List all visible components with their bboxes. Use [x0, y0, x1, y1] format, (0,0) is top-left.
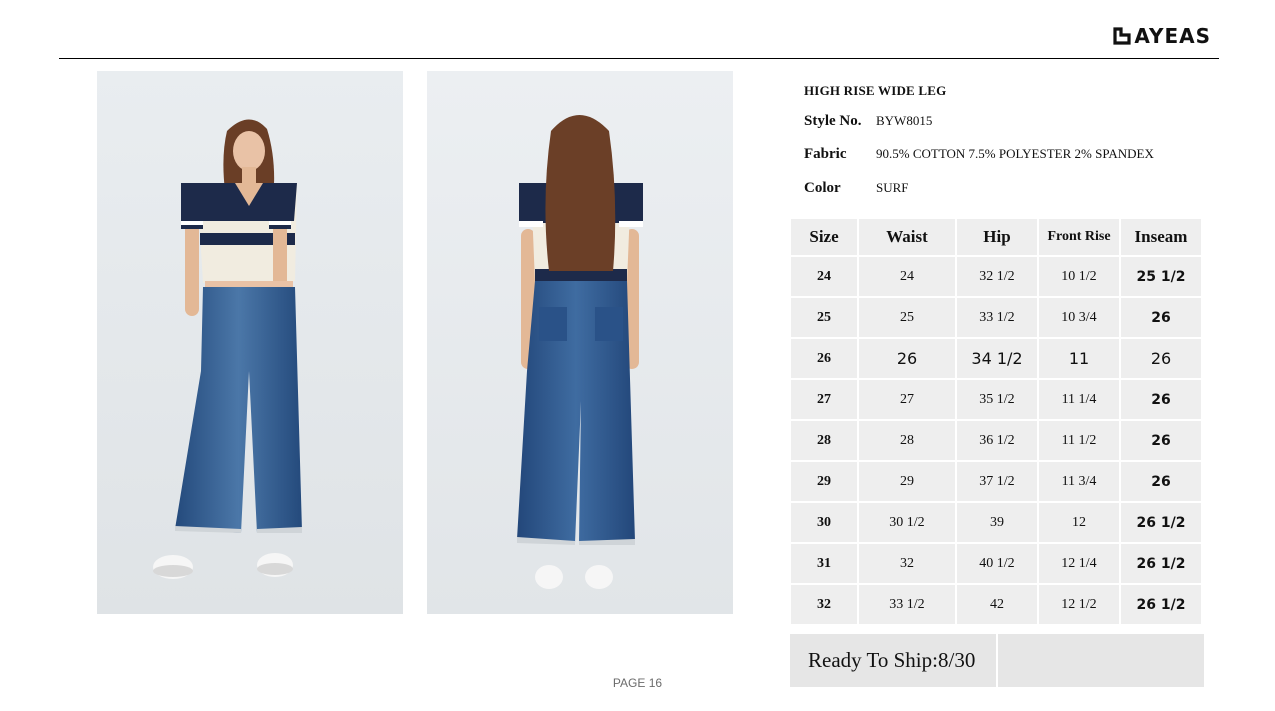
- cell-waist: 24: [859, 257, 955, 296]
- cell-front-rise: 11 1/4: [1039, 380, 1119, 419]
- cell-size: 32: [791, 585, 857, 624]
- cell-waist: 28: [859, 421, 955, 460]
- header-waist: Waist: [859, 219, 955, 255]
- cell-front-rise: 12 1/4: [1039, 544, 1119, 583]
- cell-size: 24: [791, 257, 857, 296]
- style-number-label: Style No.: [804, 113, 862, 129]
- cell-front-rise: 10 3/4: [1039, 298, 1119, 337]
- cell-inseam: 26: [1121, 462, 1201, 501]
- cell-hip: 33 1/2: [957, 298, 1037, 337]
- table-row: 31 32 40 1/2 12 1/4 26 1/2: [791, 544, 1201, 583]
- table-row: 32 33 1/2 42 12 1/2 26 1/2: [791, 585, 1201, 624]
- cell-waist: 26: [859, 339, 955, 378]
- cell-inseam: 26: [1121, 380, 1201, 419]
- fabric-row: Fabric 90.5% COTTON 7.5% POLYESTER 2% SP…: [804, 146, 1154, 163]
- table-row: 29 29 37 1/2 11 3/4 26: [791, 462, 1201, 501]
- cell-inseam: 26 1/2: [1121, 585, 1201, 624]
- cell-waist: 25: [859, 298, 955, 337]
- cell-front-rise: 11 1/2: [1039, 421, 1119, 460]
- fabric-value: 90.5% COTTON 7.5% POLYESTER 2% SPANDEX: [876, 146, 1154, 161]
- cell-inseam: 26: [1121, 421, 1201, 460]
- cell-inseam: 26: [1121, 339, 1201, 378]
- cell-waist: 33 1/2: [859, 585, 955, 624]
- cell-hip: 35 1/2: [957, 380, 1037, 419]
- cell-hip: 37 1/2: [957, 462, 1037, 501]
- cell-hip: 36 1/2: [957, 421, 1037, 460]
- cell-front-rise: 12: [1039, 503, 1119, 542]
- product-title: HIGH RISE WIDE LEG: [804, 83, 947, 98]
- cell-waist: 29: [859, 462, 955, 501]
- cell-hip: 39: [957, 503, 1037, 542]
- header-inseam: Inseam: [1121, 219, 1201, 255]
- cell-front-rise: 12 1/2: [1039, 585, 1119, 624]
- table-row: 27 27 35 1/2 11 1/4 26: [791, 380, 1201, 419]
- cell-inseam: 26: [1121, 298, 1201, 337]
- fabric-label: Fabric: [804, 146, 847, 162]
- cell-size: 26: [791, 339, 857, 378]
- size-chart-header-row: Size Waist Hip Front Rise Inseam: [791, 219, 1201, 255]
- color-row: Color SURF: [804, 180, 909, 197]
- logo-mark-icon: [1113, 27, 1132, 45]
- table-row: 25 25 33 1/2 10 3/4 26: [791, 298, 1201, 337]
- cell-waist: 30 1/2: [859, 503, 955, 542]
- table-row: 30 30 1/2 39 12 26 1/2: [791, 503, 1201, 542]
- cell-front-rise: 11 3/4: [1039, 462, 1119, 501]
- cell-hip: 34 1/2: [957, 339, 1037, 378]
- product-photo-back: [427, 71, 733, 614]
- table-row: 24 24 32 1/2 10 1/2 25 1/2: [791, 257, 1201, 296]
- cell-hip: 32 1/2: [957, 257, 1037, 296]
- product-photo-front: [97, 71, 403, 614]
- cell-hip: 40 1/2: [957, 544, 1037, 583]
- cell-waist: 27: [859, 380, 955, 419]
- page-number: PAGE 16: [612, 676, 663, 690]
- cell-size: 30: [791, 503, 857, 542]
- cell-hip: 42: [957, 585, 1037, 624]
- cell-size: 29: [791, 462, 857, 501]
- style-number-row: Style No. BYW8015: [804, 113, 932, 130]
- cell-inseam: 26 1/2: [1121, 544, 1201, 583]
- color-value: SURF: [876, 180, 909, 195]
- cell-size: 25: [791, 298, 857, 337]
- style-number-value: BYW8015: [876, 113, 933, 128]
- cell-size: 28: [791, 421, 857, 460]
- cell-inseam: 25 1/2: [1121, 257, 1201, 296]
- header-hip: Hip: [957, 219, 1037, 255]
- logo-text: AYEAS: [1134, 24, 1211, 48]
- header-size: Size: [791, 219, 857, 255]
- size-chart-table: Size Waist Hip Front Rise Inseam 24 24 3…: [789, 217, 1203, 626]
- cell-size: 27: [791, 380, 857, 419]
- cell-inseam: 26 1/2: [1121, 503, 1201, 542]
- cell-front-rise: 11: [1039, 339, 1119, 378]
- header-divider: [59, 58, 1219, 59]
- table-row: 26 26 34 1/2 11 26: [791, 339, 1201, 378]
- color-label: Color: [804, 180, 841, 196]
- table-row: 28 28 36 1/2 11 1/2 26: [791, 421, 1201, 460]
- header-front-rise: Front Rise: [1039, 219, 1119, 255]
- cell-front-rise: 10 1/2: [1039, 257, 1119, 296]
- cell-waist: 32: [859, 544, 955, 583]
- cell-size: 31: [791, 544, 857, 583]
- brand-logo: AYEAS: [1112, 24, 1211, 48]
